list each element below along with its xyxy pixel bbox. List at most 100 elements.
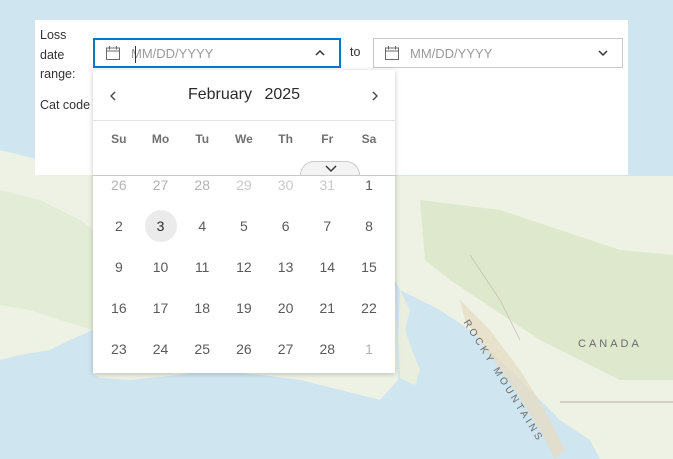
calendar-icon: [385, 46, 399, 60]
calendar-day-number: 5: [240, 217, 248, 234]
calendar-day-number: 1: [365, 341, 373, 358]
calendar-day-number: 26: [111, 176, 127, 193]
calendar-day[interactable]: 8: [348, 205, 390, 246]
weekday-label: We: [235, 132, 253, 146]
to-label: to: [350, 45, 361, 59]
calendar-day-number: 31: [319, 176, 336, 193]
calendar-day-number: 21: [319, 300, 336, 317]
chevron-down-icon[interactable]: [596, 46, 610, 60]
calendar-day[interactable]: 21: [306, 288, 348, 329]
calendar-day[interactable]: 29: [223, 164, 265, 205]
calendar-day[interactable]: 27: [265, 329, 307, 370]
calendar-day-number: 19: [236, 300, 252, 317]
calendar-day[interactable]: 11: [181, 246, 223, 287]
calendar-day-number: 29: [236, 176, 252, 193]
weekday-label: Sa: [361, 132, 377, 146]
weekday-label: Th: [278, 132, 293, 146]
end-date-field[interactable]: [410, 45, 596, 61]
calendar-day-number: 17: [152, 300, 169, 317]
calendar-day[interactable]: 23: [98, 329, 140, 370]
calendar-day-number: 22: [361, 300, 377, 317]
calendar-day-number: 27: [277, 341, 294, 358]
calendar-day[interactable]: 22: [348, 288, 390, 329]
weekday-label: Fr: [321, 132, 334, 146]
calendar-day[interactable]: 2: [98, 205, 140, 246]
calendar-day-number: 10: [152, 258, 169, 275]
calendar-day-number: 8: [365, 217, 373, 234]
calendar-day-number: 16: [111, 300, 127, 317]
map-label-canada: CANADA: [578, 338, 642, 350]
calendar-day-number: 13: [277, 258, 294, 275]
calendar-day-today[interactable]: 3: [140, 205, 182, 246]
calendar-day[interactable]: 28: [306, 329, 348, 370]
cat-code-label: Cat code: [40, 98, 91, 112]
month-label[interactable]: February: [188, 86, 252, 103]
calendar-day[interactable]: 5: [223, 205, 265, 246]
calendar-week-row: 9 10 11 12 13 14 15: [98, 246, 390, 287]
calendar-day-number: 15: [361, 258, 377, 275]
calendar-day[interactable]: 24: [140, 329, 182, 370]
calendar-day[interactable]: 27: [140, 164, 182, 205]
date-picker-popover: February 2025 Su Mo Tu We Th Fr Sa 26 27 2…: [93, 70, 395, 373]
calendar-day[interactable]: 15: [348, 246, 390, 287]
year-label[interactable]: 2025: [264, 86, 300, 103]
calendar-day-number: 25: [194, 341, 210, 358]
start-date-input[interactable]: [93, 38, 341, 68]
calendar-day[interactable]: 10: [140, 246, 182, 287]
calendar-day-number: 12: [236, 258, 252, 275]
calendar-day-number: 9: [114, 258, 123, 275]
calendar-day-number: 18: [194, 300, 210, 317]
start-date-field[interactable]: [131, 45, 313, 61]
collapse-toggle-button[interactable]: [300, 161, 360, 175]
chevron-up-icon[interactable]: [313, 46, 327, 60]
calendar-day-number: 27: [152, 176, 169, 193]
calendar-day[interactable]: 28: [181, 164, 223, 205]
calendar-day-number: 30: [277, 176, 294, 193]
calendar-day-number: 20: [277, 300, 294, 317]
calendar-day[interactable]: 19: [223, 288, 265, 329]
calendar-day-number: 28: [319, 341, 336, 358]
calendar-day-number: 23: [111, 341, 127, 358]
month-year-heading: February 2025: [93, 86, 395, 104]
weekday-label: Mo: [151, 132, 170, 146]
calendar-day[interactable]: 14: [306, 246, 348, 287]
calendar-day[interactable]: 16: [98, 288, 140, 329]
next-month-button[interactable]: [365, 86, 385, 106]
calendar-day-number: 28: [194, 176, 210, 193]
loss-date-range-label: Loss date range:: [40, 28, 76, 81]
calendar-day[interactable]: 17: [140, 288, 182, 329]
text-caret: [135, 46, 136, 63]
calendar-day[interactable]: 25: [181, 329, 223, 370]
weekday-label: Tu: [195, 132, 210, 146]
calendar-day-number: 7: [323, 217, 332, 234]
calendar-day[interactable]: 6: [265, 205, 307, 246]
weekday-header-row: Su Mo Tu We Th Fr Sa: [98, 132, 390, 146]
weekday-label: Su: [111, 132, 127, 146]
calendar-day-number: 1: [365, 176, 373, 193]
calendar-header: February 2025: [93, 70, 395, 120]
calendar-day-number: 2: [114, 217, 123, 234]
calendar-day[interactable]: 9: [98, 246, 140, 287]
calendar-day[interactable]: 26: [98, 164, 140, 205]
calendar-day[interactable]: 26: [223, 329, 265, 370]
calendar-day[interactable]: 13: [265, 246, 307, 287]
calendar-day[interactable]: 12: [223, 246, 265, 287]
calendar-week-row: 2 3 4 5 6 7 8: [98, 205, 390, 246]
calendar-day[interactable]: 4: [181, 205, 223, 246]
calendar-day[interactable]: 1: [348, 329, 390, 370]
calendar-icon: [106, 46, 120, 60]
calendar-days-grid: 26 27 28 29 30 31 1 2 3 4 5 6 7 8 9 10 11 12 13 14 15 16 17 18 1…: [98, 164, 390, 370]
calendar-day-number: 26: [236, 341, 252, 358]
end-date-input[interactable]: [373, 38, 623, 68]
calendar-day[interactable]: 20: [265, 288, 307, 329]
chevron-down-icon: [325, 165, 337, 172]
calendar-day-number: 6: [281, 217, 290, 234]
calendar-day-number: 11: [194, 258, 210, 275]
calendar-day[interactable]: 7: [306, 205, 348, 246]
calendar-week-row: 16 17 18 19 20 21 22: [98, 288, 390, 329]
calendar-day-number: 14: [319, 258, 336, 275]
calendar-week-row: 23 24 25 26 27 28 1: [98, 329, 390, 370]
calendar-day[interactable]: 18: [181, 288, 223, 329]
calendar-day-number: 3: [156, 217, 165, 234]
calendar-day-number: 4: [198, 217, 207, 234]
